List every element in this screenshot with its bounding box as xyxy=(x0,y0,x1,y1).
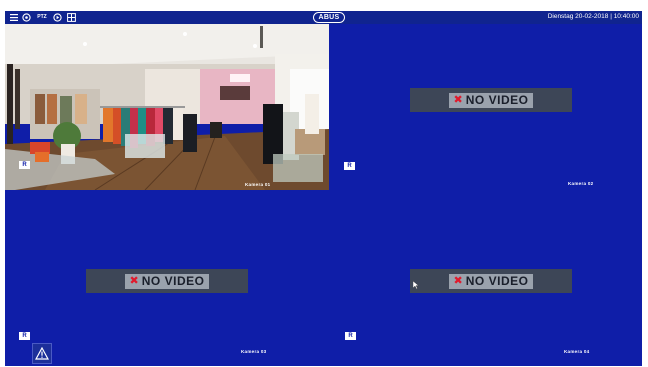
ptz-label: PTZ xyxy=(37,14,47,20)
recording-indicator: R xyxy=(19,332,30,340)
no-video-x-icon: ✖ xyxy=(453,274,463,287)
camera-name-label: Kamera 04 xyxy=(564,349,590,354)
no-video-x-icon: ✖ xyxy=(129,274,139,287)
playback-icon[interactable] xyxy=(52,12,63,23)
grid-icon[interactable] xyxy=(66,12,77,23)
no-video-panel: ✖ NO VIDEO xyxy=(86,269,248,293)
no-video-panel: ✖ NO VIDEO xyxy=(410,269,572,293)
top-toolbar: PTZ ABUS Dienstag 20-02-2018 | 10:40:00 xyxy=(5,11,642,24)
nvr-live-view: PTZ ABUS Dienstag 20-02-2018 | 10:40:00 xyxy=(5,11,642,366)
no-video-text: NO VIDEO xyxy=(141,273,205,288)
warning-icon[interactable] xyxy=(32,343,52,364)
camera-name-label: Kamera 03 xyxy=(241,349,267,354)
ptz-icon[interactable]: PTZ xyxy=(35,12,49,23)
mouse-cursor-icon xyxy=(413,281,419,289)
abus-logo: ABUS xyxy=(313,12,345,23)
recording-indicator: R xyxy=(345,332,356,340)
recording-indicator: R xyxy=(19,161,30,169)
no-video-text: NO VIDEO xyxy=(465,273,529,288)
camera-icon[interactable] xyxy=(21,12,32,23)
menu-icon[interactable] xyxy=(8,12,19,23)
camera-tile-2[interactable]: ✖ NO VIDEO R Kamera 02 xyxy=(330,24,642,190)
camera-name-label: Kamera 01 xyxy=(245,182,271,187)
camera-tile-4[interactable]: ✖ NO VIDEO R Kamera 04 xyxy=(330,197,642,366)
no-video-text: NO VIDEO xyxy=(465,92,529,107)
no-video-x-icon: ✖ xyxy=(453,93,463,106)
camera-tile-1[interactable]: R Kamera 01 xyxy=(5,24,329,190)
no-video-panel: ✖ NO VIDEO xyxy=(410,88,572,112)
camera-1-video-feed xyxy=(5,24,329,190)
recording-indicator: R xyxy=(344,162,355,170)
camera-tile-3[interactable]: ✖ NO VIDEO R Kamera 03 xyxy=(5,197,329,366)
camera-name-label: Kamera 02 xyxy=(568,181,594,186)
system-datetime: Dienstag 20-02-2018 | 10:40:00 xyxy=(547,13,639,20)
